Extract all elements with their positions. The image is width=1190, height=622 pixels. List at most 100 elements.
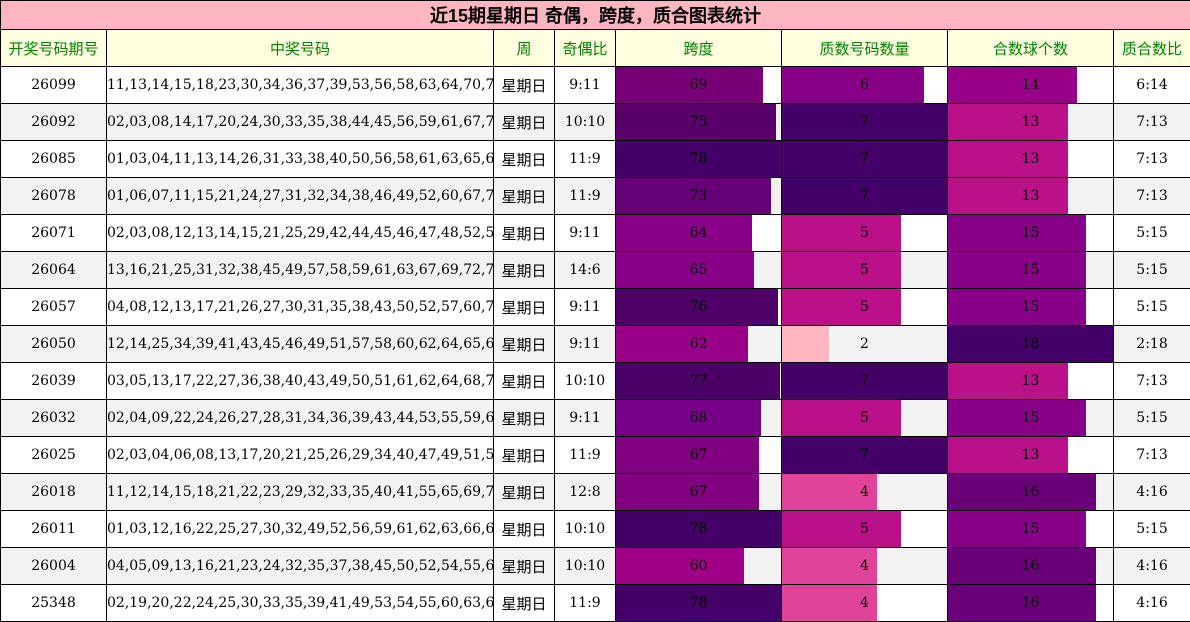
header-composite-count: 合数球个数 (947, 29, 1114, 67)
ratio-cell: 5:15 (1112, 251, 1190, 289)
issue-cell: 26057 (0, 288, 107, 326)
prime-count-cell-value: 4 (860, 595, 869, 611)
numbers-cell: 01,03,12,16,22,25,27,30,32,49,52,56,59,6… (106, 510, 494, 548)
composite-count-cell-value: 18 (1021, 336, 1040, 352)
week-cell: 星期日 (493, 325, 555, 363)
span-cell: 65 (615, 251, 782, 289)
issue-cell: 26092 (0, 103, 107, 141)
ratio-cell: 4:16 (1112, 547, 1190, 585)
numbers-cell: 13,16,21,25,31,32,38,45,49,57,58,59,61,6… (106, 251, 494, 289)
header-issue: 开奖号码期号 (0, 29, 107, 67)
composite-count-cell: 14 (947, 66, 1114, 104)
prime-count-cell: 2 (781, 325, 948, 363)
prime-count-cell-bar (782, 511, 901, 547)
composite-count-cell-bar (948, 511, 1086, 547)
composite-count-cell-bar (948, 437, 1068, 473)
prime-count-cell-bar (782, 326, 829, 362)
table-row: 26078 01,06,07,11,15,21,24,27,31,32,34,38… (0, 177, 1190, 215)
prime-count-cell-value: 7 (860, 151, 869, 167)
odd-even-cell: 11:9 (554, 140, 616, 178)
odd-even-cell: 14:6 (554, 251, 616, 289)
numbers-cell: 02,19,20,22,24,25,30,33,35,39,41,49,53,5… (106, 584, 494, 622)
table-row: 26018 11,12,14,15,18,21,22,23,29,32,33,35… (0, 473, 1190, 511)
prime-count-cell: 5 (781, 214, 948, 252)
odd-even-cell: 10:10 (554, 103, 616, 141)
span-cell-value: 73 (689, 188, 708, 204)
span-cell-value: 76 (689, 299, 708, 315)
span-cell-value: 78 (689, 521, 708, 537)
composite-count-cell-value: 16 (1021, 558, 1040, 574)
prime-count-cell-bar (782, 289, 901, 325)
prime-count-cell: 5 (781, 288, 948, 326)
numbers-cell: 03,05,13,17,22,27,36,38,40,43,49,50,51,6… (106, 362, 494, 400)
span-cell: 67 (615, 473, 782, 511)
odd-even-cell: 11:9 (554, 177, 616, 215)
ratio-cell: 7:13 (1112, 140, 1190, 178)
numbers-cell: 11,13,14,15,18,23,30,34,36,37,39,53,56,5… (106, 66, 494, 104)
numbers-cell: 02,03,04,06,08,13,17,20,21,25,26,29,34,4… (106, 436, 494, 474)
composite-count-cell-value: 13 (1021, 373, 1040, 389)
composite-count-cell-value: 16 (1021, 484, 1040, 500)
prime-count-cell: 7 (781, 103, 948, 141)
span-cell-bar (616, 474, 759, 510)
prime-count-cell-value: 5 (860, 225, 869, 241)
week-cell: 星期日 (493, 473, 555, 511)
span-cell-value: 60 (689, 558, 708, 574)
week-cell: 星期日 (493, 177, 555, 215)
table-row: 26099 11,13,14,15,18,23,30,34,36,37,39,53… (0, 66, 1190, 104)
span-cell: 75 (615, 103, 782, 141)
span-cell: 69 (615, 66, 782, 104)
numbers-cell: 11,12,14,15,18,21,22,23,29,32,33,35,40,4… (106, 473, 494, 511)
ratio-cell: 7:13 (1112, 436, 1190, 474)
prime-count-cell-value: 4 (860, 558, 869, 574)
odd-even-cell: 10:10 (554, 547, 616, 585)
prime-count-cell-value: 5 (860, 299, 869, 315)
ratio-cell: 7:13 (1112, 362, 1190, 400)
odd-even-cell: 9:11 (554, 399, 616, 437)
prime-count-cell-bar (782, 252, 901, 288)
odd-even-cell: 11:9 (554, 436, 616, 474)
composite-count-cell-bar (948, 104, 1068, 140)
composite-count-cell: 13 (947, 436, 1114, 474)
week-cell: 星期日 (493, 214, 555, 252)
table-row: 26011 01,03,12,16,22,25,27,30,32,49,52,56… (0, 510, 1190, 548)
numbers-cell: 01,06,07,11,15,21,24,27,31,32,34,38,46,4… (106, 177, 494, 215)
prime-count-cell-value: 5 (860, 521, 869, 537)
prime-count-cell-value: 7 (860, 373, 869, 389)
composite-count-cell: 16 (947, 584, 1114, 622)
week-cell: 星期日 (493, 140, 555, 178)
span-cell-value: 75 (689, 114, 708, 130)
issue-cell: 26078 (0, 177, 107, 215)
ratio-cell: 5:15 (1112, 399, 1190, 437)
week-cell: 星期日 (493, 103, 555, 141)
prime-count-cell: 4 (781, 473, 948, 511)
numbers-cell: 04,05,09,13,16,21,23,24,32,35,37,38,45,5… (106, 547, 494, 585)
composite-count-cell-bar (948, 67, 1077, 103)
prime-count-cell: 7 (781, 362, 948, 400)
span-cell: 73 (615, 177, 782, 215)
span-cell: 76 (615, 288, 782, 326)
issue-cell: 26011 (0, 510, 107, 548)
span-cell-bar (616, 400, 761, 436)
table-row: 26071 02,03,08,12,13,14,15,21,25,29,42,44… (0, 214, 1190, 252)
week-cell: 星期日 (493, 362, 555, 400)
odd-even-cell: 9:11 (554, 288, 616, 326)
issue-cell: 26004 (0, 547, 107, 585)
span-cell: 62 (615, 325, 782, 363)
header-row: 开奖号码期号 中奖号码 周 奇偶比 跨度 质数号码数量 合数球个数 质合数比 (0, 29, 1190, 67)
prime-count-cell: 4 (781, 584, 948, 622)
composite-count-cell-bar (948, 178, 1068, 214)
prime-count-cell-value: 6 (860, 77, 869, 93)
issue-cell: 26099 (0, 66, 107, 104)
span-cell-bar (616, 252, 754, 288)
issue-cell: 26071 (0, 214, 107, 252)
odd-even-cell: 10:10 (554, 510, 616, 548)
composite-count-cell-bar (948, 363, 1068, 399)
composite-count-cell: 15 (947, 251, 1114, 289)
composite-count-cell: 15 (947, 214, 1114, 252)
span-cell-value: 67 (689, 447, 708, 463)
span-cell: 77 (615, 362, 782, 400)
composite-count-cell: 15 (947, 288, 1114, 326)
composite-count-cell-bar (948, 289, 1086, 325)
prime-count-cell: 7 (781, 436, 948, 474)
